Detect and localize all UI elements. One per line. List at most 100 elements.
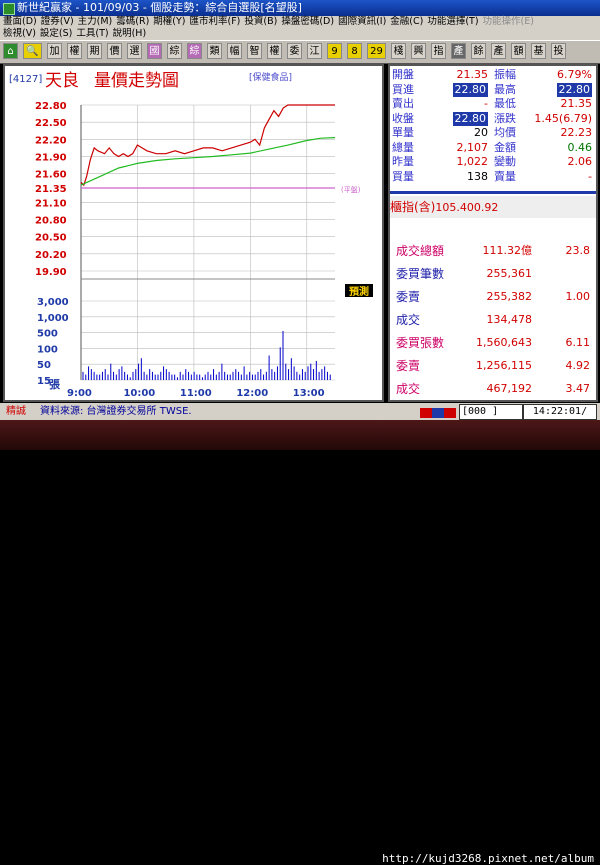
quote-value2-1: 22.80 [556,82,592,97]
counter-field[interactable]: [000 ] [459,404,523,420]
toolbar-button-17[interactable]: 8 [347,43,362,59]
menu-item-7[interactable]: 操盤密碼(D) [281,16,334,27]
toolbar-button-27[interactable]: 投 [551,43,566,59]
quote-value-7: 138 [467,169,488,183]
quote-label2-7: 賣量 [494,169,516,183]
toolbar-button-8[interactable]: 綜 [167,43,182,59]
stat-label-6: 成交 [396,382,421,396]
industry-tag: [保健食品] [249,71,292,83]
volume-tick-2: 500 [37,329,58,340]
stat-row-1: 委買筆數 255,361 [390,263,596,285]
menu-item-4[interactable]: 期權(Y) [153,16,185,27]
panel-divider [390,191,596,194]
quote-value2-0: 6.79% [557,68,592,81]
stat-value2-6: 3.47 [565,382,591,395]
volume-tick-4: 50 [37,360,51,371]
toolbar-button-24[interactable]: 產 [491,43,506,59]
stat-label-0: 成交總額 [396,244,445,258]
quote-label-1: 買進 [392,82,414,96]
toolbar-button-6[interactable]: 選 [127,43,142,59]
menu-item-5[interactable]: 匯市利率(F) [190,16,241,27]
toolbar-button-20[interactable]: 興 [411,43,426,59]
price-tick-6: 21.10 [35,198,67,209]
menu-item-0[interactable]: 畫面(D) [3,16,37,27]
toolbar-button-1[interactable]: 🔍 [23,43,42,59]
quote-row-3: 收盤 22.80 漲跌 1.45(6.79) [390,111,596,126]
toolbar-button-11[interactable]: 幅 [227,43,242,59]
index-row: 櫃指(含)105.400.92 [390,196,596,218]
quote-panel: 開盤 21.35 振幅 6.79% 買進 22.80 最高 22.80 賣出 - 最低 21.35 收盤… [388,64,598,402]
toolbar-button-7[interactable]: 國 [147,43,162,59]
toolbar-button-16[interactable]: 9 [327,43,342,59]
chart-title: 量價走勢圖 [94,71,179,91]
price-tick-3: 21.90 [35,153,67,164]
quote-value2-4: 22.23 [560,126,593,139]
data-source: 資料來源: 台灣證券交易所 TWSE. [40,406,192,417]
quote-value-5: 2,107 [456,140,489,154]
stat-label-4: 委買張數 [396,336,445,350]
menu-item-6[interactable]: 投資(B) [244,16,277,27]
quote-label2-0: 振幅 [494,68,516,81]
stat-value2-5: 4.92 [565,359,591,372]
toolbar-button-25[interactable]: 額 [511,43,526,59]
menu-item-2[interactable]: 主力(M) [78,16,113,27]
quote-label-5: 總量 [392,140,414,154]
price-tick-9: 20.20 [35,250,67,261]
toolbar-button-13[interactable]: 權 [267,43,282,59]
toolbar-button-19[interactable]: 棧 [391,43,406,59]
toolbar-button-15[interactable]: 江 [307,43,322,59]
menu-row-1: 畫面(D) 證券(V) 主力(M) 籌碼(R) 期權(Y) 匯市利率(F) 投資(B) 操盤密… [3,16,538,28]
stat-row-6: 成交 467,192 3.47 [390,378,596,400]
stock-code: [4127] [9,74,42,85]
price-volume-chart: [4127] 天良 量價走勢圖 [保健食品] 22.80 22.50 22.20 21.90 2… [3,64,384,402]
window-title: 新世紀贏家 - 101/09/03 - 個股走勢：綜合自選股[名望股] [17,1,302,14]
toolbar-button-12[interactable]: 智 [247,43,262,59]
quote-row-5: 總量 2,107 金額 0.46 [390,141,596,155]
stat-row-2: 委賣 255,382 1.00 [390,286,596,308]
time-tick-3: 12:00 [236,388,268,399]
menu-item-10[interactable]: 功能選擇(T) [427,16,478,27]
price-tick-10: 19.90 [35,267,67,278]
menu-item-3[interactable]: 籌碼(R) [116,16,149,27]
toolbar-button-9[interactable]: 綜 [187,43,202,59]
stat-value-6: 467,192 [486,382,533,395]
menu-item-view-3[interactable]: 說明(H) [113,28,147,39]
watermark-url: http://kujd3268.pixnet.net/album [382,852,594,865]
toolbar-button-0[interactable]: ⌂ [3,43,18,59]
menu-item-view-2[interactable]: 工具(T) [76,28,108,39]
quote-value2-2: 21.35 [560,97,593,110]
toolbar-button-10[interactable]: 類 [207,43,222,59]
flat-tag: (平盤) [341,185,361,194]
toolbar-button-18[interactable]: 29 [367,43,386,59]
toolbar-button-4[interactable]: 期 [87,43,102,59]
toolbar-button-21[interactable]: 指 [431,43,446,59]
quote-label2-2: 最低 [494,97,516,110]
menu-item-view-1[interactable]: 設定(S) [40,28,72,39]
stock-name: 天良 [45,71,79,91]
quote-row-0: 開盤 21.35 振幅 6.79% [390,68,596,82]
toolbar-button-3[interactable]: 權 [67,43,82,59]
series-line-0 [80,104,335,187]
price-tick-8: 20.50 [35,233,67,244]
stat-value2-0: 23.8 [565,244,591,257]
menu-item-1[interactable]: 證券(V) [41,16,74,27]
toolbar-button-5[interactable]: 價 [107,43,122,59]
quote-value-4: 20 [474,126,488,139]
quote-value2-3: 1.45(6.79) [534,111,592,125]
stat-row-3: 成交 134,478 [390,309,596,331]
toolbar-button-2[interactable]: 加 [47,43,62,59]
toolbar-button-14[interactable]: 委 [287,43,302,59]
stat-value-0: 111.32億 [482,244,533,257]
quote-value-0: 21.35 [456,68,489,81]
toolbar-button-26[interactable]: 基 [531,43,546,59]
chart-svg: [4127] 天良 量價走勢圖 [保健食品] 22.80 22.50 22.20 21.90 2… [9,71,373,399]
toolbar-button-23[interactable]: 餘 [471,43,486,59]
quote-label2-1: 最高 [494,82,516,96]
toolbar-button-22[interactable]: 產 [451,43,466,59]
menu-item-view-0[interactable]: 檢視(V) [3,28,36,39]
quote-label2-6: 變動 [494,155,516,168]
menu-item-8[interactable]: 國際資訊(I) [338,16,386,27]
menu-item-9[interactable]: 金融(C) [390,16,423,27]
quote-label-3: 收盤 [392,111,414,125]
price-tick-7: 20.80 [35,215,67,226]
